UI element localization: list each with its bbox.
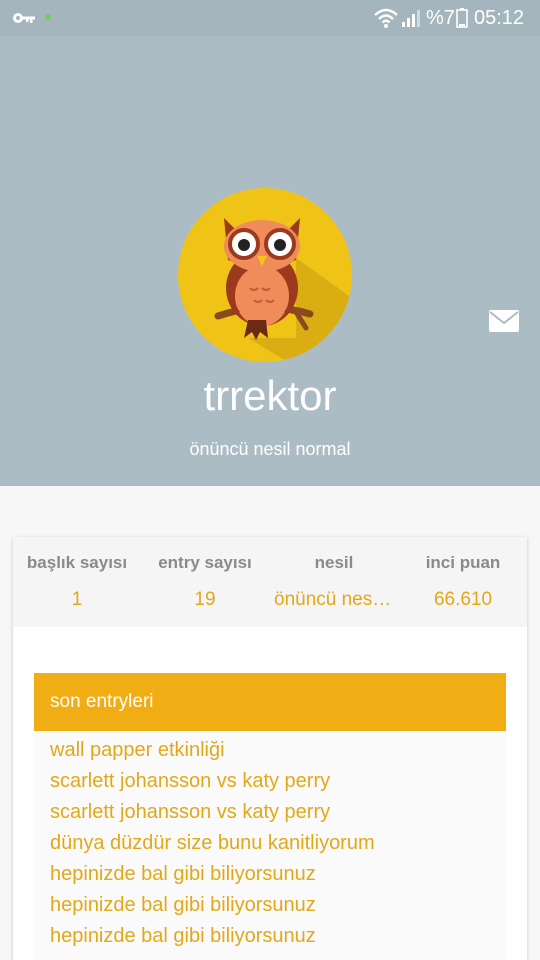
stat-topic-count: başlık sayısı 1 <box>13 537 141 627</box>
entry-link[interactable]: hepinizde bal gibi biliyorsunuz <box>50 892 316 918</box>
stat-label: nesil <box>314 553 354 572</box>
recent-entries-header: son entryleri <box>34 673 506 731</box>
profile-header: trrektor önüncü nesil normal <box>0 36 540 486</box>
wifi-icon <box>374 8 398 28</box>
stat-value: önüncü nesil normal <box>274 589 398 610</box>
owl-avatar <box>178 188 352 362</box>
entry-link[interactable]: wall papper etkinliği <box>50 737 225 763</box>
entry-link[interactable]: scarlett johansson vs katy perry <box>50 799 330 825</box>
mail-icon[interactable] <box>488 308 520 334</box>
username: trrektor <box>203 372 337 419</box>
stat-karma: inci puan 66.610 <box>399 537 527 627</box>
signal-icon <box>402 10 420 27</box>
notification-dot <box>45 14 51 20</box>
entry-link[interactable]: scarlett johansson vs katy perry <box>50 768 330 794</box>
stat-value: 1 <box>71 589 83 610</box>
stat-value: 66.610 <box>433 589 493 610</box>
stat-generation: nesil önüncü nesil normal <box>270 537 398 627</box>
entry-link[interactable]: hepinizde bal gibi biliyorsunuz <box>50 861 316 887</box>
profile-card: başlık sayısı 1 entry sayısı 19 nesil ön… <box>13 537 527 960</box>
stat-label: başlık sayısı <box>26 553 128 572</box>
stat-label: inci puan <box>425 553 501 572</box>
battery-percent: %7 <box>426 7 455 29</box>
status-bar: %7 05:12 <box>0 0 540 36</box>
recent-entries-list: wall papper etkinliği scarlett johansson… <box>34 731 506 960</box>
battery-icon <box>456 8 468 28</box>
entry-link[interactable]: dünya düzdür size bunu kanitliyorum <box>50 830 375 856</box>
stat-label: entry sayısı <box>158 553 252 572</box>
stat-entry-count: entry sayısı 19 <box>141 537 269 627</box>
generation-label: önüncü nesil normal <box>189 439 351 459</box>
key-icon <box>13 13 35 23</box>
stat-value: 19 <box>194 589 216 610</box>
clock: 05:12 <box>474 7 525 29</box>
entry-link[interactable]: hepinizde bal gibi biliyorsunuz <box>50 923 316 949</box>
stats-row: başlık sayısı 1 entry sayısı 19 nesil ön… <box>13 537 527 627</box>
